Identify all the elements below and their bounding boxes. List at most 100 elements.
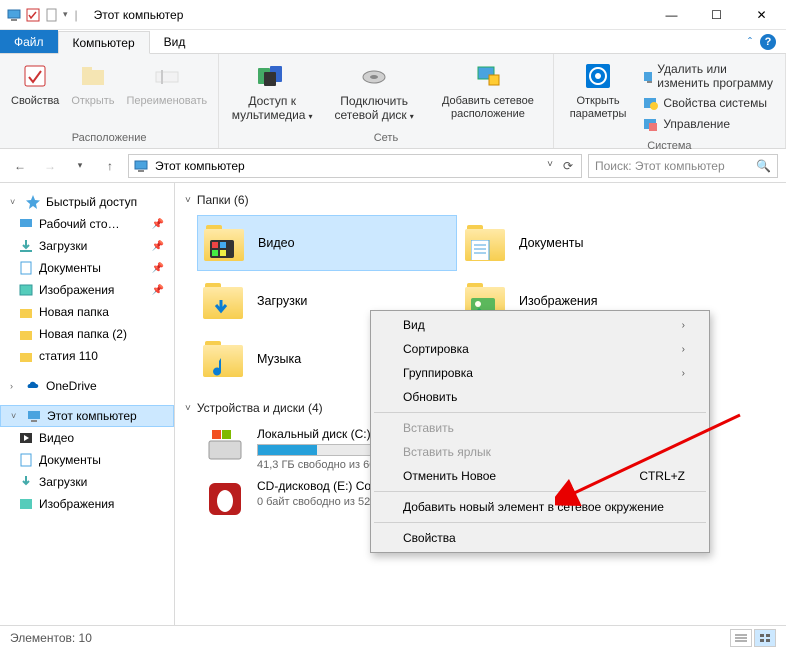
downloads-icon	[18, 238, 34, 254]
folder-icon	[18, 348, 34, 364]
add-network-location-button[interactable]: Добавить сетевое расположение	[429, 58, 547, 122]
folder-videos[interactable]: Видео	[197, 215, 457, 271]
qat-dropdown-icon[interactable]: ▾	[63, 9, 68, 20]
chevron-right-icon: ›	[682, 320, 685, 331]
sidebar-onedrive[interactable]: ›OneDrive	[0, 375, 174, 397]
drive-icon	[205, 427, 245, 467]
uninstall-button[interactable]: Удалить или изменить программу	[638, 60, 779, 92]
cd-drive-icon	[205, 479, 245, 519]
close-button[interactable]: ✕	[739, 0, 784, 29]
nav-forward-button[interactable]: →	[38, 154, 62, 178]
qat-new-icon[interactable]	[44, 7, 60, 23]
cm-undo[interactable]: Отменить НовоеCTRL+Z	[373, 464, 707, 488]
documents-icon	[18, 452, 34, 468]
chevron-right-icon[interactable]: ›	[10, 381, 20, 391]
sidebar-item-newfolder2[interactable]: Новая папка (2)	[0, 323, 174, 345]
help-icon[interactable]: ?	[760, 34, 776, 50]
search-placeholder: Поиск: Этот компьютер	[595, 159, 751, 173]
downloads-icon	[18, 474, 34, 490]
properties-button[interactable]: Свойства	[6, 58, 64, 110]
system-properties-button[interactable]: Свойства системы	[638, 93, 779, 113]
map-drive-button[interactable]: Подключить сетевой диск ▾	[321, 58, 427, 125]
documents-icon	[471, 240, 495, 260]
nav-recent-button[interactable]: ▾	[68, 154, 92, 178]
ribbon: Свойства Открыть Переименовать Расположе…	[0, 54, 786, 149]
search-input[interactable]: Поиск: Этот компьютер 🔍	[588, 154, 778, 178]
chevron-down-icon[interactable]: ˅	[185, 403, 191, 414]
address-dropdown-icon[interactable]: ˅	[543, 159, 557, 173]
chevron-right-icon: ›	[682, 368, 685, 379]
cm-paste-shortcut: Вставить ярлык	[373, 440, 707, 464]
computer-icon	[6, 7, 22, 23]
nav-up-button[interactable]: ↑	[98, 154, 122, 178]
sidebar-this-pc[interactable]: ˅Этот компьютер	[0, 405, 174, 427]
sidebar-item-desktop[interactable]: Рабочий сто…📌	[0, 213, 174, 235]
downloads-icon	[209, 298, 233, 318]
tab-computer[interactable]: Компьютер	[58, 31, 150, 54]
chevron-down-icon[interactable]: ˅	[10, 197, 20, 207]
manage-button[interactable]: Управление	[638, 114, 779, 134]
computer-icon	[133, 158, 149, 174]
cm-group[interactable]: Группировка›	[373, 361, 707, 385]
collapse-ribbon-icon[interactable]: ˆ	[748, 35, 752, 49]
search-icon: 🔍	[756, 159, 771, 173]
onedrive-icon	[25, 378, 41, 394]
menu-separator	[374, 522, 706, 523]
ribbon-group-label: Сеть	[219, 130, 553, 148]
open-settings-button[interactable]: Открыть параметры	[560, 58, 637, 122]
open-button[interactable]: Открыть	[66, 58, 119, 110]
sidebar-quick-access[interactable]: ˅ Быстрый доступ	[0, 191, 174, 213]
cm-add-network-location[interactable]: Добавить новый элемент в сетевое окружен…	[373, 495, 707, 519]
cm-sort[interactable]: Сортировка›	[373, 337, 707, 361]
minimize-button[interactable]: —	[649, 0, 694, 29]
folders-section-header[interactable]: ˅ Папки (6)	[185, 189, 776, 215]
chevron-down-icon[interactable]: ˅	[185, 195, 191, 206]
pin-icon: 📌	[152, 263, 164, 274]
refresh-icon[interactable]: ⟳	[559, 159, 577, 173]
sidebar-item-documents2[interactable]: Документы	[0, 449, 174, 471]
media-access-button[interactable]: Доступ к мультимедиа ▾	[225, 58, 319, 125]
address-bar[interactable]: Этот компьютер ˅ ⟳	[128, 154, 582, 178]
menu-bar: Файл Компьютер Вид ˆ ?	[0, 30, 786, 54]
tab-file[interactable]: Файл	[0, 30, 58, 53]
sidebar-item-pictures[interactable]: Изображения📌	[0, 279, 174, 301]
sidebar-item-newfolder[interactable]: Новая папка	[0, 301, 174, 323]
rename-button[interactable]: Переименовать	[122, 58, 213, 110]
chevron-down-icon[interactable]: ˅	[11, 411, 21, 421]
tab-view[interactable]: Вид	[150, 30, 200, 53]
cm-view[interactable]: Вид›	[373, 313, 707, 337]
menu-separator	[374, 491, 706, 492]
sidebar-item-downloads2[interactable]: Загрузки	[0, 471, 174, 493]
documents-icon	[18, 260, 34, 276]
navigation-pane: ˅ Быстрый доступ Рабочий сто…📌 Загрузки📌…	[0, 183, 175, 625]
star-icon	[25, 194, 41, 210]
cm-paste: Вставить	[373, 416, 707, 440]
maximize-button[interactable]: ☐	[694, 0, 739, 29]
ribbon-group-label: Расположение	[0, 130, 218, 148]
videos-icon	[210, 240, 234, 260]
videos-icon	[18, 430, 34, 446]
menu-separator	[374, 412, 706, 413]
computer-icon	[26, 408, 42, 424]
sidebar-item-documents[interactable]: Документы📌	[0, 257, 174, 279]
folder-icon	[18, 326, 34, 342]
status-item-count: Элементов: 10	[10, 631, 92, 645]
cm-refresh[interactable]: Обновить	[373, 385, 707, 409]
chevron-right-icon: ›	[682, 344, 685, 355]
cm-properties[interactable]: Свойства	[373, 526, 707, 550]
view-icons-button[interactable]	[754, 629, 776, 647]
folder-documents[interactable]: Документы	[459, 215, 719, 271]
view-details-button[interactable]	[730, 629, 752, 647]
status-bar: Элементов: 10	[0, 625, 786, 649]
qat-props-icon[interactable]	[25, 7, 41, 23]
sidebar-item-statiya[interactable]: статия 110	[0, 345, 174, 367]
pictures-icon	[18, 282, 34, 298]
context-menu: Вид› Сортировка› Группировка› Обновить В…	[370, 310, 710, 553]
music-icon	[209, 356, 233, 376]
desktop-icon	[18, 216, 34, 232]
window-title: Этот компьютер	[94, 8, 184, 22]
nav-back-button[interactable]: ←	[8, 154, 32, 178]
sidebar-item-videos[interactable]: Видео	[0, 427, 174, 449]
sidebar-item-pictures2[interactable]: Изображения	[0, 493, 174, 515]
sidebar-item-downloads[interactable]: Загрузки📌	[0, 235, 174, 257]
